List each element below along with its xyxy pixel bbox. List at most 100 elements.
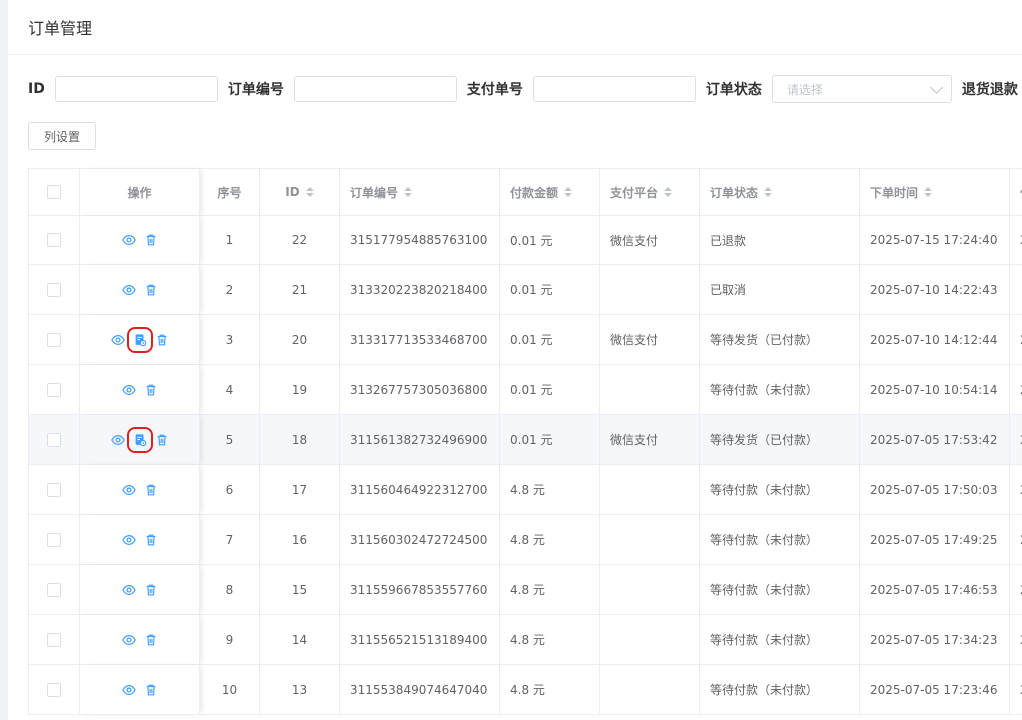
cell-seq: 5 (200, 415, 260, 465)
ship-order-icon[interactable] (126, 326, 153, 353)
cell-amount: 0.01 元 (500, 216, 600, 265)
sort-icon[interactable] (664, 187, 673, 197)
sort-icon[interactable] (404, 187, 413, 197)
cell-platform: 微信支付 (600, 315, 700, 365)
ship-order-icon[interactable] (126, 426, 153, 453)
cell-more: 2 (1010, 615, 1022, 665)
row-checkbox[interactable] (47, 382, 61, 397)
row-checkbox-cell (29, 665, 80, 715)
delete-trash-icon[interactable] (144, 583, 158, 597)
view-eye-icon[interactable] (121, 683, 136, 697)
cell-status: 等待付款（未付款） (700, 665, 860, 715)
row-checkbox-cell (29, 515, 80, 565)
row-checkbox[interactable] (47, 282, 61, 297)
header-status-label: 订单状态 (710, 185, 759, 200)
cell-time: 2025-07-05 17:53:42 (860, 415, 1010, 465)
cell-amount: 0.01 元 (500, 315, 600, 365)
delete-trash-icon[interactable] (155, 433, 169, 447)
cell-seq: 7 (200, 515, 260, 565)
delete-trash-icon[interactable] (155, 333, 169, 347)
order-management-card: 订单管理 ID 订单编号 支付单号 订单状态 请选择 退货退款 列设置 操作 序… (8, 0, 1022, 720)
cell-more: 2 (1010, 365, 1022, 415)
row-checkbox[interactable] (47, 582, 61, 597)
view-eye-icon[interactable] (121, 233, 136, 247)
cell-time: 2025-07-10 10:54:14 (860, 365, 1010, 415)
header-platform-label: 支付平台 (610, 185, 659, 200)
row-checkbox[interactable] (47, 532, 61, 547)
view-eye-icon[interactable] (121, 633, 136, 647)
id-input[interactable] (54, 76, 218, 102)
row-checkbox-cell (29, 216, 80, 265)
cell-status: 等待发货（已付款） (700, 315, 860, 365)
order-status-select[interactable]: 请选择 (771, 75, 952, 103)
table-row: 3 20 313317713533468700 0.01 元微信支付 等待发货（已付款）… (29, 315, 1022, 365)
cell-platform: 微信支付 (600, 415, 700, 465)
cell-time: 2025-07-05 17:50:03 (860, 465, 1010, 515)
cell-status: 等待付款（未付款） (700, 565, 860, 615)
header-platform[interactable]: 支付平台 (600, 169, 700, 216)
delete-trash-icon[interactable] (144, 283, 158, 297)
cell-platform (600, 615, 700, 665)
header-op: 操作 (80, 169, 200, 216)
header-time[interactable]: 下单时间 (860, 169, 1010, 216)
delete-trash-icon[interactable] (144, 633, 158, 647)
view-eye-icon[interactable] (121, 533, 136, 547)
cell-seq: 4 (200, 365, 260, 415)
view-eye-icon[interactable] (110, 433, 125, 447)
cell-order-no: 311559667853557760 (340, 565, 500, 615)
order-no-input[interactable] (293, 76, 457, 102)
cell-platform (600, 365, 700, 415)
view-eye-icon[interactable] (121, 283, 136, 297)
header-amount[interactable]: 付款金额 (500, 169, 600, 216)
sort-icon[interactable] (764, 187, 773, 197)
cell-status: 等待付款（未付款） (700, 365, 860, 415)
select-all-checkbox[interactable] (47, 185, 61, 199)
header-amount-label: 付款金额 (510, 185, 559, 200)
row-checkbox[interactable] (47, 632, 61, 647)
header-seq: 序号 (200, 169, 260, 216)
header-id[interactable]: ID (260, 169, 340, 216)
cell-platform (600, 465, 700, 515)
header-id-label: ID (285, 185, 300, 199)
cell-time: 2025-07-05 17:46:53 (860, 565, 1010, 615)
cell-more: 2 (1010, 515, 1022, 565)
cell-id: 20 (260, 315, 340, 365)
view-eye-icon[interactable] (110, 333, 125, 347)
cell-amount: 4.8 元 (500, 615, 600, 665)
table-body: 1 22 315177954885763100 0.01 元微信支付 已退款 2025-0… (29, 216, 1022, 715)
row-checkbox[interactable] (47, 332, 61, 347)
cell-platform (600, 565, 700, 615)
row-checkbox-cell (29, 265, 80, 315)
delete-trash-icon[interactable] (144, 233, 158, 247)
cell-seq: 3 (200, 315, 260, 365)
sort-icon[interactable] (305, 187, 314, 197)
view-eye-icon[interactable] (121, 383, 136, 397)
cell-id: 15 (260, 565, 340, 615)
row-checkbox-cell (29, 315, 80, 365)
delete-trash-icon[interactable] (144, 483, 158, 497)
payment-no-input[interactable] (532, 76, 696, 102)
header-order-no-label: 订单编号 (350, 185, 399, 200)
cell-amount: 0.01 元 (500, 415, 600, 465)
view-eye-icon[interactable] (121, 583, 136, 597)
delete-trash-icon[interactable] (144, 533, 158, 547)
sort-icon[interactable] (564, 187, 573, 197)
column-settings-button[interactable]: 列设置 (28, 122, 96, 150)
sort-icon[interactable] (924, 187, 933, 197)
header-status[interactable]: 订单状态 (700, 169, 860, 216)
cell-amount: 0.01 元 (500, 265, 600, 315)
header-order-no[interactable]: 订单编号 (340, 169, 500, 216)
view-eye-icon[interactable] (121, 483, 136, 497)
row-checkbox[interactable] (47, 233, 61, 247)
row-ops (80, 216, 200, 265)
row-checkbox[interactable] (47, 682, 61, 697)
delete-trash-icon[interactable] (144, 683, 158, 697)
filter-bar: ID 订单编号 支付单号 订单状态 请选择 退货退款 (28, 75, 1022, 103)
cell-status: 已退款 (700, 216, 860, 265)
delete-trash-icon[interactable] (144, 383, 158, 397)
row-checkbox[interactable] (47, 432, 61, 447)
cell-platform (600, 515, 700, 565)
cell-id: 19 (260, 365, 340, 415)
row-checkbox[interactable] (47, 482, 61, 497)
page-title: 订单管理 (8, 0, 1022, 55)
